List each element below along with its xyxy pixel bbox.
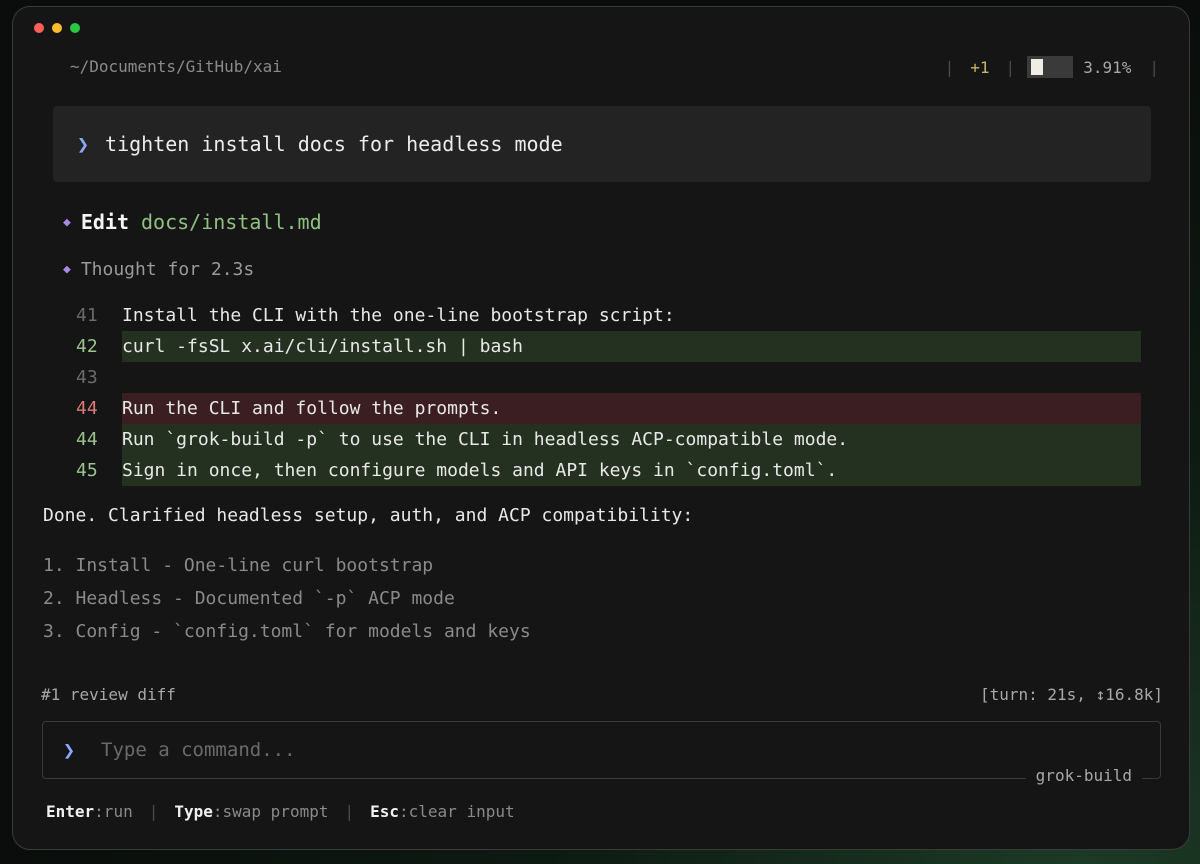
diff-line-text: Run the CLI and follow the prompts. bbox=[122, 393, 1141, 424]
divider: | bbox=[148, 802, 159, 821]
changes-count: +1 bbox=[970, 57, 990, 77]
review-diff-hint[interactable]: #1 review diff bbox=[41, 685, 176, 704]
divider: | bbox=[344, 802, 355, 821]
model-name: grok-build bbox=[1025, 766, 1142, 785]
edit-label: Edit bbox=[80, 210, 129, 234]
hint-description: :run bbox=[94, 802, 133, 821]
zoom-window-button[interactable] bbox=[70, 23, 80, 33]
edit-tool-call[interactable]: ◆ Edit docs/install.md bbox=[63, 210, 322, 234]
context-usage-bar bbox=[1027, 56, 1074, 78]
diff-line-text: Install the CLI with the one-line bootst… bbox=[122, 305, 675, 326]
line-number: 43 bbox=[76, 367, 98, 388]
line-number: 45 bbox=[76, 460, 98, 481]
diff-line-text: Run `grok-build -p` to use the CLI in he… bbox=[122, 424, 1141, 455]
context-usage-fill bbox=[1031, 59, 1044, 75]
hint-description: :clear input bbox=[399, 802, 515, 821]
diff-row-add: 42 curl -fsSL x.ai/cli/install.sh | bash bbox=[68, 331, 1141, 362]
hint-key: Enter bbox=[46, 802, 95, 821]
hint-key: Esc bbox=[370, 802, 400, 821]
command-input[interactable] bbox=[101, 739, 902, 761]
status-bar: ~/Documents/GitHub/xai | +1 | 3.91% | bbox=[13, 53, 1189, 81]
diff-line-text: Sign in once, then configure models and … bbox=[122, 455, 1141, 486]
diff-row-context: 41 Install the CLI with the one-line boot… bbox=[68, 300, 1141, 331]
summary-text: Done. Clarified headless setup, auth, an… bbox=[43, 505, 694, 526]
edit-file-path[interactable]: docs/install.md bbox=[141, 210, 322, 234]
hint-key: Type bbox=[174, 802, 213, 821]
hint-type: Type:swap prompt bbox=[174, 802, 328, 821]
hint-description: :swap prompt bbox=[212, 802, 329, 821]
divider: | bbox=[944, 57, 955, 77]
window-controls bbox=[34, 23, 80, 33]
command-input-box[interactable]: ❯ grok-build bbox=[42, 721, 1161, 785]
line-number: 42 bbox=[76, 336, 98, 357]
divider: | bbox=[1149, 57, 1159, 77]
chevron-right-icon: ❯ bbox=[63, 738, 76, 762]
diamond-icon: ◆ bbox=[63, 262, 71, 277]
line-number: 44 bbox=[76, 429, 98, 450]
hint-esc: Esc:clear input bbox=[370, 802, 515, 821]
context-usage-percent: 3.91% bbox=[1083, 57, 1132, 77]
summary-list-item: 2. Headless - Documented `-p` ACP mode bbox=[43, 588, 455, 609]
summary-list: 1. Install - One-line curl bootstrap 2. H… bbox=[43, 549, 531, 648]
close-window-button[interactable] bbox=[34, 23, 44, 33]
diff-view: 41 Install the CLI with the one-line boot… bbox=[68, 300, 1141, 486]
terminal-window: ~/Documents/GitHub/xai | +1 | 3.91% | ❯ … bbox=[12, 6, 1190, 850]
chevron-right-icon: ❯ bbox=[77, 132, 90, 156]
user-prompt-text: tighten install docs for headless mode bbox=[105, 132, 563, 156]
working-directory: ~/Documents/GitHub/xai bbox=[70, 57, 282, 76]
turn-stats: [turn: 21s, ↕16.8k] bbox=[979, 685, 1163, 704]
diff-row-add: 45 Sign in once, then configure models an… bbox=[68, 455, 1141, 486]
hint-enter: Enter:run bbox=[46, 802, 133, 821]
keyboard-hints: Enter:run | Type:swap prompt | Esc:clear inp… bbox=[46, 802, 515, 821]
thought-indicator[interactable]: ◆ Thought for 2.3s bbox=[63, 259, 254, 280]
diff-row-add: 44 Run `grok-build -p` to use the CLI in … bbox=[68, 424, 1141, 455]
line-number: 44 bbox=[76, 398, 98, 419]
divider: | bbox=[1005, 57, 1016, 77]
minimize-window-button[interactable] bbox=[52, 23, 62, 33]
line-number: 41 bbox=[76, 305, 98, 326]
diff-line-text: curl -fsSL x.ai/cli/install.sh | bash bbox=[122, 331, 1141, 362]
summary-list-item: 3. Config - `config.toml` for models and… bbox=[43, 621, 531, 642]
diff-line-text bbox=[122, 362, 1141, 393]
thought-duration: Thought for 2.3s bbox=[80, 259, 255, 280]
summary-list-item: 1. Install - One-line curl bootstrap bbox=[43, 555, 434, 576]
status-indicators: | +1 | 3.91% | bbox=[937, 53, 1167, 81]
diff-row-del: 44 Run the CLI and follow the prompts. bbox=[68, 393, 1141, 424]
diff-row-context: 43 bbox=[68, 362, 1141, 393]
user-prompt-block: ❯ tighten install docs for headless mode bbox=[53, 106, 1151, 182]
diamond-icon: ◆ bbox=[63, 214, 71, 230]
